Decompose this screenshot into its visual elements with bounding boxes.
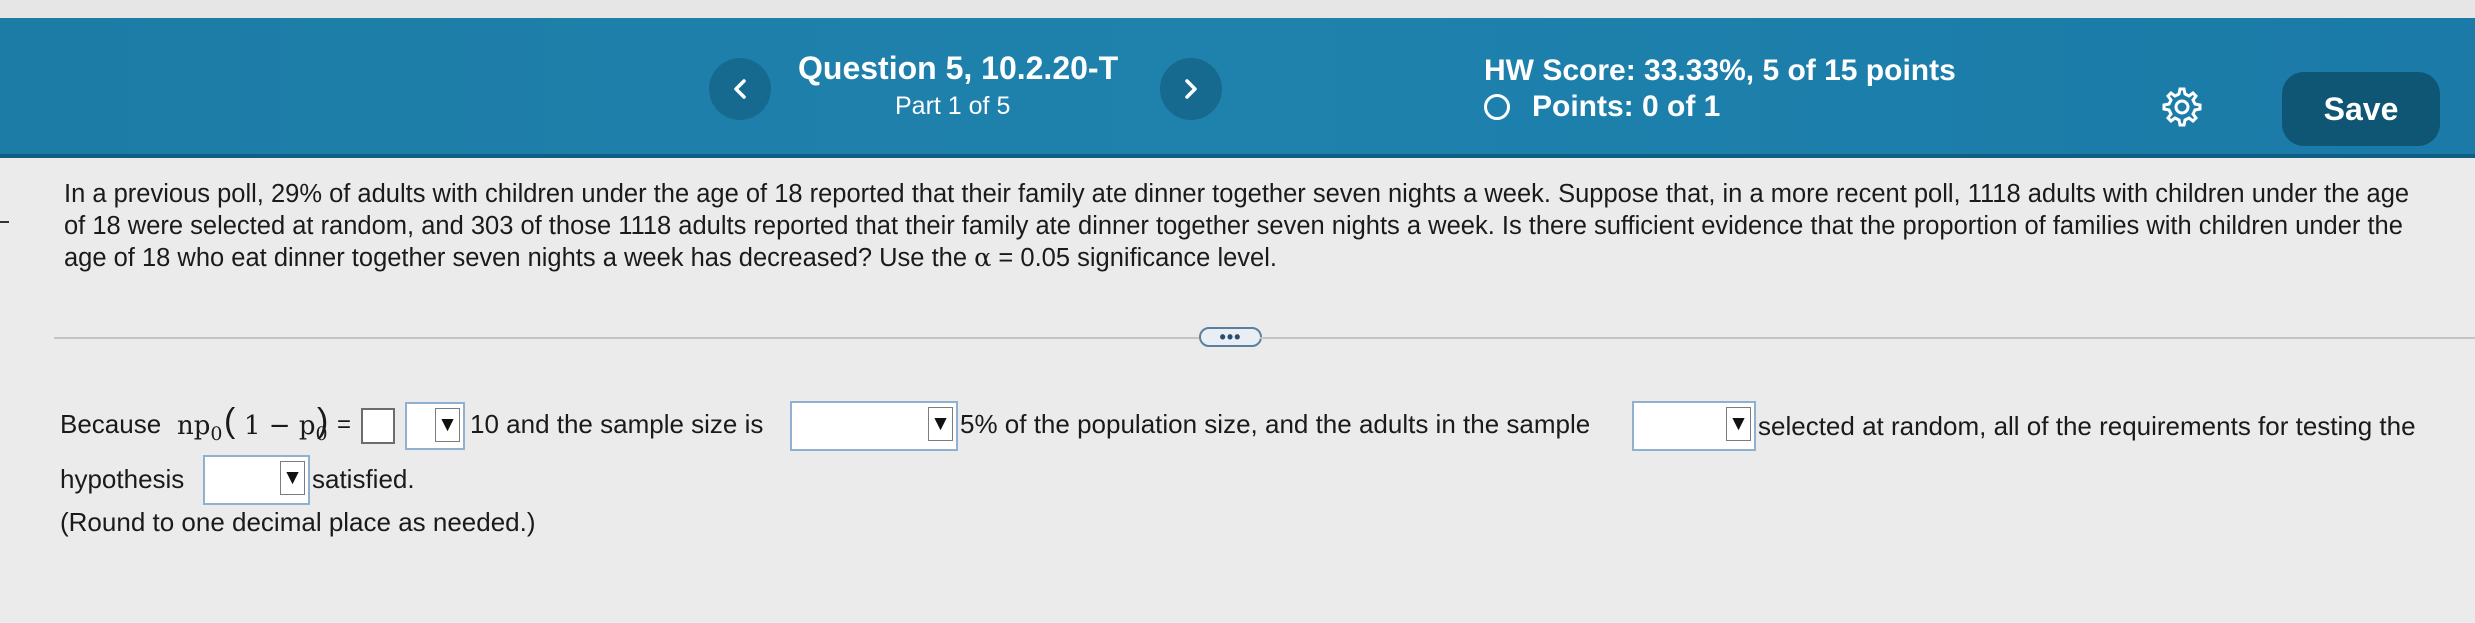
chevron-left-icon [734,79,746,99]
dropdown-arrow-icon: ▼ [928,407,953,441]
divider [54,337,1199,339]
answer-hypothesis-label: hypothesis [60,464,185,494]
random-selection-dropdown[interactable]: ▼ [1632,401,1756,451]
settings-button[interactable] [2158,84,2202,128]
edge-mark [0,221,9,223]
answer-satisfied-text: satisfied. [312,464,415,494]
save-button[interactable]: Save [2282,72,2440,146]
math-open-paren: ( [224,402,236,440]
top-strip [0,0,2475,18]
dropdown-arrow-icon: ▼ [280,461,305,495]
math-equals: = [337,411,352,438]
gear-icon [2162,87,2202,127]
header-bar: Question 5, 10.2.20-T Part 1 of 5 HW Sco… [0,18,2475,158]
answer-ten-text: 10 and the sample size is [470,409,764,439]
dropdown-arrow-icon: ▼ [1726,407,1751,441]
hw-score: HW Score: 33.33%, 5 of 15 points [1484,54,1956,87]
math-subscript: 0 [210,423,223,445]
question-alpha-level: = 0.05 significance level. [991,244,1277,272]
answer-five-percent-text: 5% of the population size, and the adult… [960,409,1591,439]
dropdown-arrow-icon: ▼ [435,408,460,442]
math-np: np [177,411,211,441]
np-value-input[interactable] [361,408,395,444]
math-one-minus-p: 1 − p [244,411,316,441]
answer-because-label: Because [60,409,162,439]
next-question-button[interactable] [1160,58,1222,120]
math-close-paren: ) [317,402,329,440]
comparison-dropdown[interactable]: ▼ [405,402,465,450]
show-more-button[interactable]: ••• [1199,327,1262,347]
points-status: Points: 0 of 1 [1484,90,1720,124]
alpha-symbol: α [974,243,992,273]
chevron-right-icon [1185,79,1197,99]
answer-selected-text: selected at random, all of the requireme… [1758,411,2416,441]
divider [1260,337,2475,339]
rounding-note: (Round to one decimal place as needed.) [60,507,536,537]
math-np0-expression: np0 [177,411,222,445]
math-one-minus: 1 − p0 [244,411,328,445]
part-label: Part 1 of 5 [895,92,1011,120]
status-circle-icon [1484,94,1510,120]
page: Question 5, 10.2.20-T Part 1 of 5 HW Sco… [0,0,2475,623]
question-title: Question 5, 10.2.20-T [798,50,1119,86]
points-label: Points: 0 of 1 [1532,90,1721,123]
requirements-satisfied-dropdown[interactable]: ▼ [203,455,310,505]
question-text: In a previous poll, 29% of adults with c… [64,178,2414,274]
sample-size-comparison-dropdown[interactable]: ▼ [790,401,958,451]
previous-question-button[interactable] [709,58,771,120]
